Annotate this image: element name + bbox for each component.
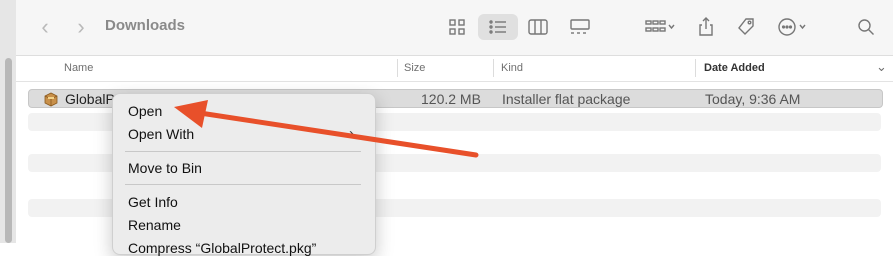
menu-item-rename[interactable]: Rename [128, 217, 181, 233]
menu-divider [125, 151, 361, 152]
column-divider[interactable] [397, 59, 398, 77]
chevron-right-icon[interactable]: › [70, 15, 92, 39]
file-kind: Installer flat package [502, 91, 631, 107]
menu-item-compress[interactable]: Compress “GlobalProtect.pkg” [128, 240, 316, 256]
menu-item-move-to-bin[interactable]: Move to Bin [128, 160, 202, 176]
submenu-chevron-icon: › [349, 125, 354, 142]
menu-item-get-info[interactable]: Get Info [128, 194, 178, 210]
toolbar: ‹ › Downloads [16, 0, 893, 56]
file-size: 120.2 MB [421, 91, 481, 107]
column-divider[interactable] [493, 59, 494, 77]
menu-item-open[interactable]: Open [128, 103, 162, 119]
context-menu: Open Open With › Move to Bin Get Info Re… [112, 93, 376, 256]
list-view-icon[interactable] [478, 14, 518, 40]
column-kind[interactable]: Kind [501, 62, 523, 74]
scrollbar[interactable] [5, 58, 12, 243]
package-icon [44, 92, 58, 107]
column-divider[interactable] [695, 59, 696, 77]
more-actions-icon[interactable] [772, 14, 816, 40]
column-size[interactable]: Size [404, 62, 425, 74]
window-title: Downloads [105, 17, 186, 34]
column-date-added[interactable]: Date Added [704, 62, 765, 74]
column-name[interactable]: Name [64, 62, 93, 74]
tag-icon[interactable] [728, 14, 764, 40]
share-icon[interactable] [688, 14, 724, 40]
column-view-icon[interactable] [520, 14, 556, 40]
file-date-added: Today, 9:36 AM [705, 91, 801, 107]
sort-chevron-icon[interactable]: ⌄ [876, 59, 887, 75]
chevron-left-icon[interactable]: ‹ [34, 15, 56, 39]
column-header: Name Size Kind Date Added ⌄ [16, 56, 893, 82]
gallery-view-icon[interactable] [562, 14, 598, 40]
menu-item-open-with[interactable]: Open With [128, 126, 194, 142]
search-icon[interactable] [848, 14, 884, 40]
desktop-edge [0, 0, 16, 243]
menu-divider [125, 184, 361, 185]
group-by-icon[interactable] [638, 14, 682, 40]
icon-view-icon[interactable] [439, 14, 475, 40]
